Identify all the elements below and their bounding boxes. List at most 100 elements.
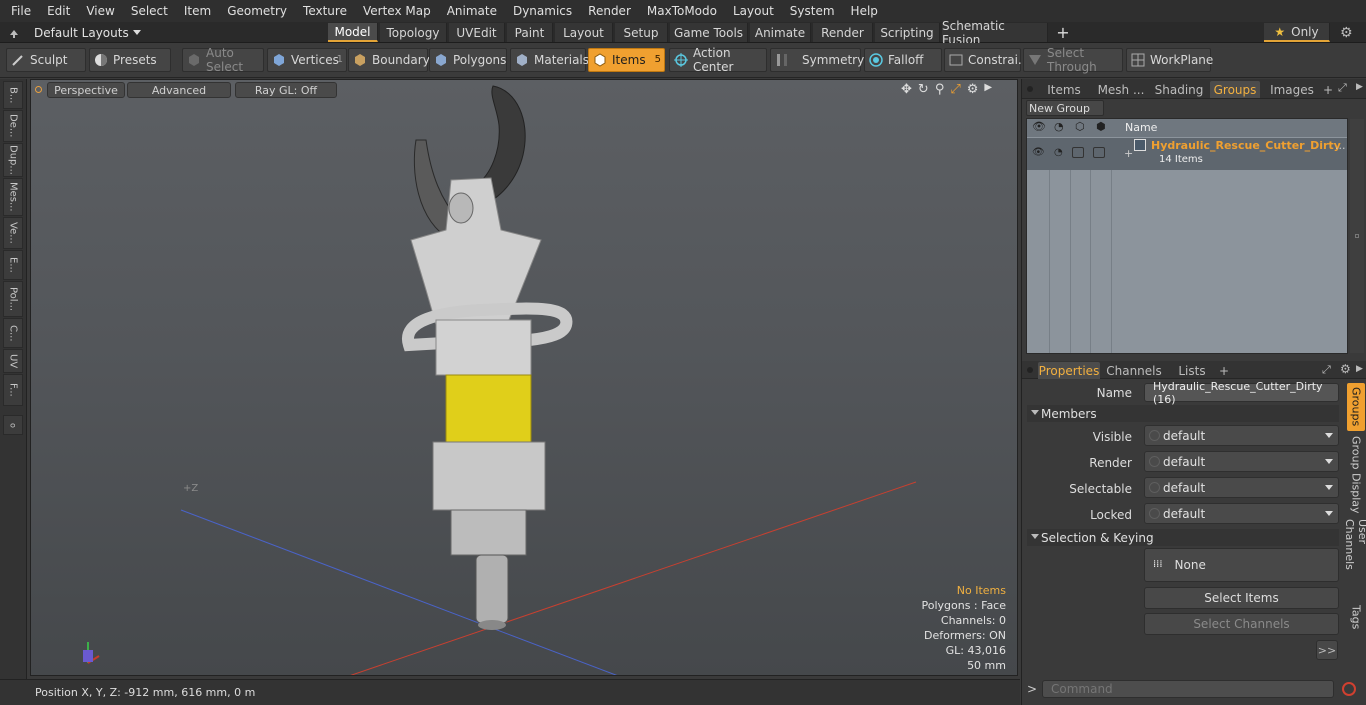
workplane-button[interactable]: WorkPlane: [1126, 48, 1213, 72]
menu-render[interactable]: Render: [580, 4, 639, 18]
tab-setup[interactable]: Setup: [615, 23, 668, 42]
left-tab-basic[interactable]: B...: [3, 81, 23, 109]
tab-animate[interactable]: Animate: [750, 23, 811, 42]
panel-arrow-icon[interactable]: ▶: [1356, 82, 1363, 92]
presets-button[interactable]: Presets: [89, 48, 171, 72]
settings-gear-icon[interactable]: ⚙: [1340, 25, 1356, 41]
tab-topology[interactable]: Topology: [380, 23, 447, 42]
tab-paint[interactable]: Paint: [507, 23, 553, 42]
sculpt-button[interactable]: Sculpt: [6, 48, 86, 72]
tab-properties[interactable]: Properties: [1038, 362, 1100, 379]
side-tab-user-channels[interactable]: User Channels: [1343, 519, 1366, 595]
menu-select[interactable]: Select: [123, 4, 176, 18]
tab-scripting[interactable]: Scripting: [875, 23, 940, 42]
menu-system[interactable]: System: [782, 4, 843, 18]
select-through-button[interactable]: Select Through: [1023, 46, 1123, 74]
boundary-button[interactable]: Boundary: [348, 48, 430, 72]
add-panel-tab-button[interactable]: +: [1322, 81, 1334, 98]
side-tab-groups[interactable]: Groups: [1347, 383, 1365, 431]
menu-animate[interactable]: Animate: [439, 4, 505, 18]
action-center-button[interactable]: Action Center: [669, 46, 767, 74]
auto-select-button[interactable]: Auto Select: [182, 46, 264, 74]
menu-texture[interactable]: Texture: [295, 4, 355, 18]
left-tab-deform[interactable]: De...: [3, 110, 23, 142]
scroll-knob[interactable]: [1355, 234, 1359, 238]
selectable-dropdown[interactable]: default: [1144, 477, 1339, 498]
falloff-button[interactable]: Falloff: [864, 48, 942, 72]
selection-keying-section-header[interactable]: Selection & Keying: [1027, 529, 1339, 546]
record-icon[interactable]: [1342, 682, 1356, 696]
left-tab-vertex[interactable]: Ve...: [3, 217, 23, 249]
tab-schematic-fusion[interactable]: Schematic Fusion: [942, 19, 1048, 47]
tab-images[interactable]: Images: [1265, 81, 1319, 98]
list-scrollbar[interactable]: [1350, 119, 1364, 353]
new-group-button[interactable]: New Group: [1026, 100, 1104, 116]
left-tab-duplicate[interactable]: Dup...: [3, 143, 23, 177]
left-tab-fusion[interactable]: F...: [3, 374, 23, 406]
tab-mesh[interactable]: Mesh ...: [1094, 81, 1148, 98]
name-field[interactable]: Hydraulic_Rescue_Cutter_Dirty (16): [1144, 380, 1339, 406]
tab-items[interactable]: Items: [1038, 81, 1090, 98]
render-toggle-icon[interactable]: ◔: [1054, 147, 1063, 158]
side-tab-group-display[interactable]: Group Display: [1347, 435, 1365, 515]
menu-item[interactable]: Item: [176, 4, 219, 18]
items-count: 5: [654, 54, 661, 65]
menu-file[interactable]: File: [0, 4, 39, 18]
constraints-button[interactable]: Constrai...: [944, 48, 1029, 72]
group-row[interactable]: 👁 ◔ + Hydraulic_Rescue_Cutter_Dirty ... …: [1027, 138, 1347, 170]
add-props-tab-button[interactable]: +: [1218, 362, 1230, 379]
left-tab-mesh[interactable]: Mes...: [3, 178, 23, 216]
tab-layout[interactable]: Layout: [555, 23, 613, 42]
tab-channels[interactable]: Channels: [1104, 362, 1164, 379]
none-button[interactable]: ⁞⁞⁞ None: [1144, 548, 1339, 582]
visible-eye-icon[interactable]: 👁: [1032, 147, 1045, 158]
props-arrow-icon[interactable]: ▶: [1356, 364, 1363, 374]
left-tab-uv[interactable]: UV: [3, 349, 23, 373]
left-tab-polygon[interactable]: Pol...: [3, 281, 23, 317]
3d-viewport[interactable]: Perspective Advanced Ray GL: Off ✥ ↻ ⚲ ⤢…: [30, 79, 1018, 676]
menu-layout[interactable]: Layout: [725, 4, 782, 18]
tab-game-tools[interactable]: Game Tools: [670, 23, 748, 42]
props-gear-icon[interactable]: ⚙: [1340, 362, 1351, 376]
menu-vertex-map[interactable]: Vertex Map: [355, 4, 439, 18]
tab-shading[interactable]: Shading: [1152, 81, 1206, 98]
left-tab-curve[interactable]: C...: [3, 318, 23, 348]
tab-groups[interactable]: Groups: [1210, 81, 1260, 98]
symmetry-button[interactable]: Symmetry: [770, 48, 864, 72]
items-button[interactable]: Items 5: [588, 48, 665, 72]
add-tab-button[interactable]: +: [1052, 23, 1074, 42]
locked-dropdown[interactable]: default: [1144, 503, 1339, 524]
materials-button[interactable]: Materials: [510, 48, 589, 72]
panel-expand-icon[interactable]: ⤢: [1338, 81, 1347, 95]
vertices-button[interactable]: Vertices 1: [267, 48, 347, 72]
menu-view[interactable]: View: [78, 4, 122, 18]
left-tab-extra[interactable]: o: [3, 415, 23, 435]
select-checkbox[interactable]: [1093, 147, 1105, 158]
tab-lists[interactable]: Lists: [1172, 362, 1212, 379]
select-items-button[interactable]: Select Items: [1144, 587, 1339, 609]
select-channels-button[interactable]: Select Channels: [1144, 613, 1339, 635]
tab-uvedit[interactable]: UVEdit: [449, 23, 505, 42]
more-button[interactable]: >>: [1316, 640, 1338, 660]
menu-help[interactable]: Help: [843, 4, 886, 18]
menu-maxtomodo[interactable]: MaxToModo: [639, 4, 725, 18]
props-expand-icon[interactable]: ⤢: [1322, 363, 1331, 377]
only-toggle[interactable]: ★ Only: [1264, 23, 1330, 42]
render-dropdown[interactable]: default: [1144, 451, 1339, 472]
polygons-button[interactable]: Polygons: [429, 48, 507, 72]
props-dot-icon[interactable]: [1027, 367, 1033, 373]
menu-dynamics[interactable]: Dynamics: [505, 4, 580, 18]
layouts-dropdown[interactable]: Default Layouts: [0, 22, 141, 43]
side-tab-tags[interactable]: Tags: [1347, 599, 1365, 635]
lock-checkbox[interactable]: [1072, 147, 1084, 158]
left-tab-edge[interactable]: E...: [3, 250, 23, 280]
visible-dropdown[interactable]: default: [1144, 425, 1339, 446]
tab-render[interactable]: Render: [813, 23, 873, 42]
command-input[interactable]: [1042, 680, 1334, 698]
panel-dot-icon[interactable]: [1027, 86, 1033, 92]
menu-edit[interactable]: Edit: [39, 4, 78, 18]
members-section-header[interactable]: Members: [1027, 405, 1339, 422]
tab-model[interactable]: Model: [328, 23, 378, 42]
menu-geometry[interactable]: Geometry: [219, 4, 295, 18]
expand-plus-icon[interactable]: +: [1124, 147, 1133, 160]
